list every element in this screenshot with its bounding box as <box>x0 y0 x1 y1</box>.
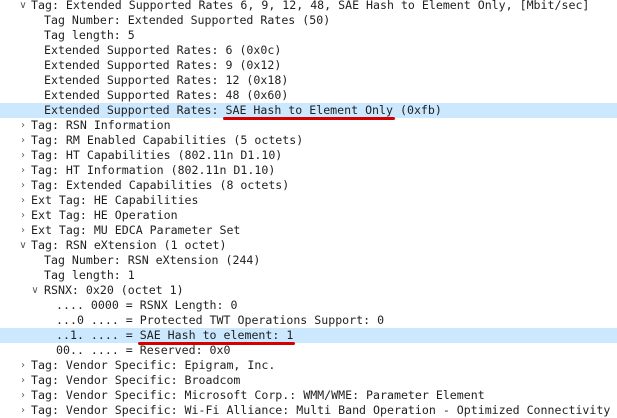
tree-row-label: Extended Supported Rates: SAE Hash to El… <box>44 103 442 117</box>
tree-row[interactable]: › Tag: Vendor Specific: Microsoft Corp.: … <box>0 388 617 403</box>
tree-row[interactable]: › Tag: RSN Information <box>0 118 617 133</box>
tree-row-label: RSNX: 0x20 (octet 1) <box>44 283 184 297</box>
tree-row-label: Extended Supported Rates: 48 (0x60) <box>44 88 289 102</box>
chevron-right-icon[interactable]: › <box>18 148 28 163</box>
tree-row[interactable]: › Tag: HT Capabilities (802.11n D1.10) <box>0 148 617 163</box>
tree-row-selected[interactable]: ..1. .... = SAE Hash to element: 1 <box>0 328 617 345</box>
tree-row-label: Ext Tag: HE Operation <box>31 208 178 222</box>
tree-row[interactable]: .... 0000 = RSNX Length: 0 <box>0 298 617 313</box>
tree-row-label: .... 0000 = RSNX Length: 0 <box>56 298 238 312</box>
tree-row[interactable]: ∨ Tag: RSN eXtension (1 octet) <box>0 238 617 253</box>
tree-row[interactable]: Extended Supported Rates: 48 (0x60) <box>0 88 617 103</box>
tree-row-label: Extended Supported Rates: 12 (0x18) <box>44 73 289 87</box>
chevron-right-icon[interactable]: › <box>18 208 28 223</box>
chevron-right-icon[interactable]: › <box>18 193 28 208</box>
chevron-right-icon[interactable]: › <box>18 403 28 418</box>
tree-row-label: Tag: Vendor Specific: Microsoft Corp.: W… <box>31 388 485 402</box>
tree-row-label: Tag: Extended Supported Rates 6, 9, 12, … <box>31 0 590 12</box>
tree-row[interactable]: › Tag: RM Enabled Capabilities (5 octets) <box>0 133 617 148</box>
tree-row-label: Ext Tag: MU EDCA Parameter Set <box>31 223 241 237</box>
tree-row-label: 00.. .... = Reserved: 0x0 <box>56 343 231 357</box>
tree-row[interactable]: › Ext Tag: HE Operation <box>0 208 617 223</box>
packet-details-tree: ∨ Tag: Extended Supported Rates 6, 9, 12,… <box>0 0 617 417</box>
chevron-down-icon[interactable]: ∨ <box>18 0 28 13</box>
tree-row-label: Extended Supported Rates: 6 (0x0c) <box>44 43 282 57</box>
tree-row-label: Tag length: 1 <box>44 268 135 282</box>
chevron-down-icon[interactable]: ∨ <box>30 283 40 298</box>
tree-row[interactable]: ∨ RSNX: 0x20 (octet 1) <box>0 283 617 298</box>
tree-row-label: Tag length: 5 <box>44 28 135 42</box>
tree-row[interactable]: ...0 .... = Protected TWT Operations Sup… <box>0 313 617 328</box>
tree-row-label: Tag: RSN eXtension (1 octet) <box>31 238 227 252</box>
chevron-right-icon[interactable]: › <box>18 178 28 193</box>
tree-row-label: Tag: Vendor Specific: Epigram, Inc. <box>31 358 276 372</box>
chevron-right-icon[interactable]: › <box>18 223 28 238</box>
tree-row[interactable]: › Ext Tag: HE Capabilities <box>0 193 617 208</box>
tree-row[interactable]: › Tag: Extended Capabilities (8 octets) <box>0 178 617 193</box>
tree-row-selected[interactable]: Extended Supported Rates: SAE Hash to El… <box>0 103 617 120</box>
tree-row[interactable]: Tag length: 1 <box>0 268 617 283</box>
tree-row-label: Tag: Vendor Specific: Wi-Fi Alliance: Mu… <box>31 403 617 417</box>
tree-row-label: Tag: Vendor Specific: Broadcom <box>31 373 241 387</box>
chevron-right-icon[interactable]: › <box>18 118 28 133</box>
tree-row-label: Ext Tag: HE Capabilities <box>31 193 199 207</box>
tree-row[interactable]: › Ext Tag: MU EDCA Parameter Set <box>0 223 617 238</box>
chevron-right-icon[interactable]: › <box>18 163 28 178</box>
chevron-right-icon[interactable]: › <box>18 133 28 148</box>
tree-row[interactable]: ∨ Tag: Extended Supported Rates 6, 9, 12,… <box>0 0 617 13</box>
tree-row-label: ...0 .... = Protected TWT Operations Sup… <box>56 313 385 327</box>
tree-row-label: Tag Number: Extended Supported Rates (50… <box>44 13 331 27</box>
tree-row[interactable]: Tag Number: RSN eXtension (244) <box>0 253 617 268</box>
tree-row-label: Extended Supported Rates: 9 (0x12) <box>44 58 282 72</box>
tree-row[interactable]: › Tag: Vendor Specific: Epigram, Inc. <box>0 358 617 373</box>
tree-row[interactable]: Tag Number: Extended Supported Rates (50… <box>0 13 617 28</box>
tree-row-label: Tag: Extended Capabilities (8 octets) <box>31 178 290 192</box>
tree-row[interactable]: Tag length: 5 <box>0 28 617 43</box>
tree-row[interactable]: › Tag: Vendor Specific: Wi-Fi Alliance: M… <box>0 403 617 418</box>
tree-row[interactable]: 00.. .... = Reserved: 0x0 <box>0 343 617 358</box>
tree-row-label: Tag Number: RSN eXtension (244) <box>44 253 261 267</box>
tree-row[interactable]: Extended Supported Rates: 12 (0x18) <box>0 73 617 88</box>
tree-row[interactable]: › Tag: Vendor Specific: Broadcom <box>0 373 617 388</box>
tree-row[interactable]: Extended Supported Rates: 6 (0x0c) <box>0 43 617 58</box>
tree-row-label: Tag: HT Information (802.11n D1.10) <box>31 163 276 177</box>
tree-row-label: Tag: HT Capabilities (802.11n D1.10) <box>31 148 283 162</box>
chevron-right-icon[interactable]: › <box>18 358 28 373</box>
chevron-right-icon[interactable]: › <box>18 373 28 388</box>
chevron-down-icon[interactable]: ∨ <box>18 238 28 253</box>
tree-row-label: Tag: RM Enabled Capabilities (5 octets) <box>31 133 304 147</box>
tree-row-label: ..1. .... = SAE Hash to element: 1 <box>56 328 294 342</box>
tree-row-label: Tag: RSN Information <box>31 118 171 132</box>
tree-row[interactable]: Extended Supported Rates: 9 (0x12) <box>0 58 617 73</box>
tree-row[interactable]: › Tag: HT Information (802.11n D1.10) <box>0 163 617 178</box>
chevron-right-icon[interactable]: › <box>18 388 28 403</box>
